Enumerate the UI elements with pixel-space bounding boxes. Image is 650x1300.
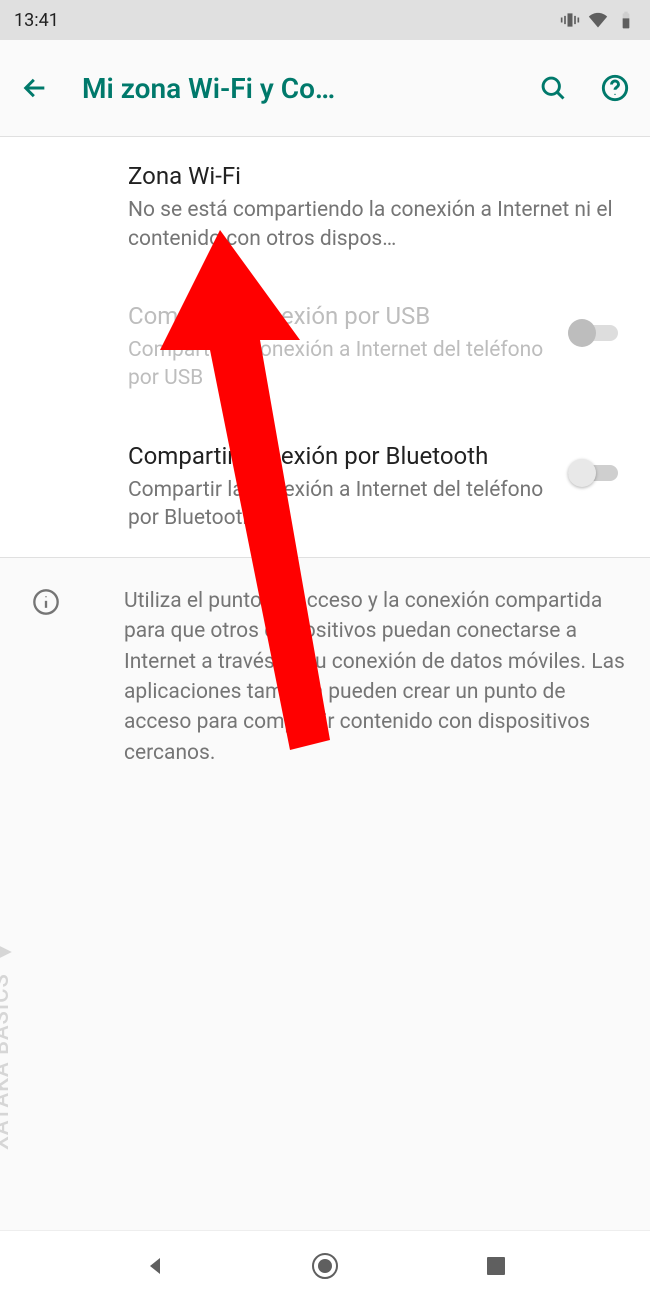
app-bar: Mi zona Wi-Fi y Co… — [0, 40, 650, 136]
info-block: Utiliza el punto de acceso y la conexión… — [0, 558, 650, 797]
watermark-logo-icon — [0, 939, 14, 965]
vibrate-icon — [560, 10, 580, 30]
setting-wifi-zone[interactable]: Zona Wi-Fi No se está compartiendo la co… — [0, 137, 650, 277]
watermark: XATAKA BASICS — [0, 939, 14, 1150]
setting-subtitle: No se está compartiendo la conexión a In… — [128, 196, 614, 253]
nav-recents-button[interactable] — [480, 1250, 512, 1282]
info-text: Utiliza el punto de acceso y la conexión… — [124, 586, 626, 769]
setting-title: Compartir conexión por USB — [128, 301, 556, 332]
navigation-bar — [0, 1230, 650, 1300]
setting-usb-tether: Compartir conexión por USB Compartir la … — [0, 277, 650, 417]
search-button[interactable] — [538, 73, 568, 103]
setting-subtitle: Compartir la conexión a Internet del tel… — [128, 336, 556, 393]
info-icon — [32, 588, 60, 616]
status-icons — [560, 10, 636, 30]
nav-back-button[interactable] — [139, 1250, 171, 1282]
status-time: 13:41 — [14, 10, 59, 31]
nav-home-button[interactable] — [309, 1250, 341, 1282]
bluetooth-toggle[interactable] — [568, 459, 618, 487]
setting-bluetooth-tether[interactable]: Compartir conexión por Bluetooth Compart… — [0, 417, 650, 557]
setting-title: Compartir conexión por Bluetooth — [128, 441, 556, 472]
setting-title: Zona Wi-Fi — [128, 161, 614, 192]
back-button[interactable] — [20, 73, 50, 103]
page-title: Mi zona Wi-Fi y Co… — [82, 72, 506, 105]
setting-subtitle: Compartir la conexión a Internet del tel… — [128, 476, 556, 533]
settings-list: Zona Wi-Fi No se está compartiendo la co… — [0, 137, 650, 557]
usb-toggle — [568, 319, 618, 347]
wifi-icon — [588, 10, 608, 30]
battery-icon — [616, 10, 636, 30]
help-button[interactable] — [600, 73, 630, 103]
watermark-text: XATAKA BASICS — [0, 973, 14, 1150]
status-bar: 13:41 — [0, 0, 650, 40]
